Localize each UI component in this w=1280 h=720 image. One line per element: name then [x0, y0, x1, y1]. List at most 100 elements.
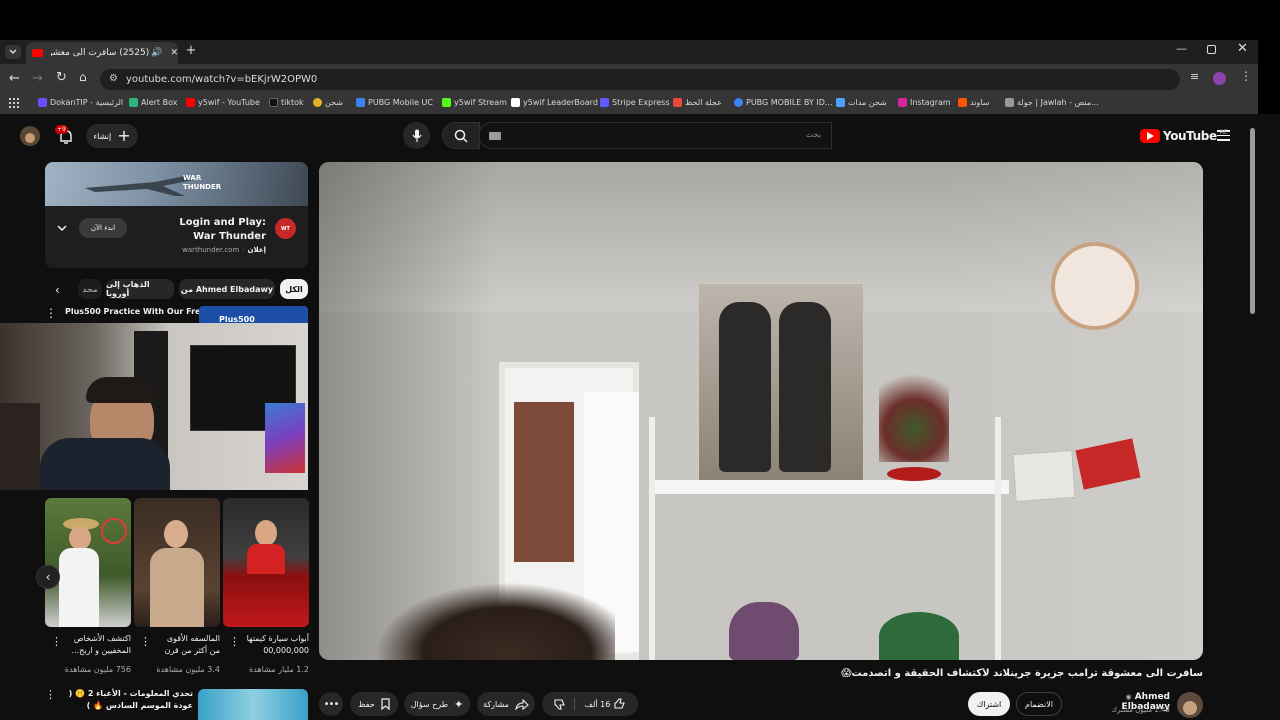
share-button[interactable]: مشاركة: [477, 692, 535, 716]
video-plant: [879, 352, 949, 462]
reload-icon[interactable]: ↻: [56, 70, 67, 85]
more-options-icon[interactable]: ⋮: [45, 688, 56, 701]
new-tab-button[interactable]: +: [184, 43, 198, 59]
ad-title[interactable]: Login and Play: War Thunder: [156, 216, 266, 244]
forward-icon[interactable]: →: [32, 71, 43, 86]
more-options-icon[interactable]: ⋮: [229, 635, 240, 648]
ad-domain: warthunder.com: [182, 246, 240, 254]
video-player[interactable]: [319, 162, 1203, 660]
browser-menu-icon[interactable]: ⋮: [1240, 69, 1252, 83]
channel-avatar[interactable]: [1177, 692, 1203, 718]
chip-all[interactable]: الكل: [280, 279, 308, 299]
bookmark-icon: [673, 98, 682, 107]
save-button[interactable]: حفظ: [350, 692, 398, 716]
promo-thumbnail[interactable]: Plus500: [199, 306, 308, 324]
bookmark-icon: [186, 98, 195, 107]
subscribe-button[interactable]: اشتراك: [968, 692, 1010, 716]
tab-title: (2525) سافرت الى معشوقة ..: [51, 48, 150, 58]
more-actions-button[interactable]: •••: [319, 692, 343, 716]
bookmark-item[interactable]: شحن مدات: [836, 98, 887, 107]
more-options-icon[interactable]: ⋮: [51, 635, 62, 648]
tab-search-button[interactable]: [5, 45, 21, 59]
short-thumbnail[interactable]: [223, 498, 309, 627]
bookmark-icon: [836, 98, 845, 107]
video-wall-plate: [1051, 242, 1139, 330]
bookmark-item[interactable]: شحن: [313, 98, 343, 107]
close-window-button[interactable]: ✕: [1237, 41, 1251, 57]
account-avatar[interactable]: [20, 126, 40, 146]
tab-close-icon[interactable]: ✕: [170, 48, 178, 58]
youtube-logo[interactable]: YouTube AE: [1140, 128, 1228, 144]
short-item[interactable]: ⋮ أبواب سيارة كيمتها 00,000,000 1.2 مليا…: [223, 631, 309, 677]
subscriber-count: 1.43 مليون مشترك: [1111, 706, 1170, 714]
bookmark-item[interactable]: tiktok: [269, 98, 304, 107]
chips-scroll-left-icon[interactable]: ‹: [55, 283, 60, 297]
microphone-icon: [412, 129, 421, 142]
chevron-down-icon[interactable]: [57, 225, 67, 232]
ad-banner-image[interactable]: WAR THUNDER: [45, 162, 308, 206]
profile-avatar-icon[interactable]: [1213, 72, 1226, 85]
bookmark-icon: [442, 98, 451, 107]
chip-from-channel[interactable]: من Ahmed Elbadawy: [179, 279, 275, 299]
short-thumbnail[interactable]: [134, 498, 220, 627]
join-button[interactable]: الانضمام: [1016, 692, 1062, 716]
bookmark-item[interactable]: Stripe Express: [600, 98, 670, 107]
bookmark-item[interactable]: PUBG MOBILE BY ID...: [734, 98, 833, 107]
search-button[interactable]: [442, 122, 480, 149]
media-control-icon[interactable]: ≡: [1190, 70, 1199, 83]
bookmark-icon: [313, 98, 322, 107]
like-button[interactable]: 16 ألف: [581, 698, 627, 710]
next-video-item[interactable]: ⋮ تحدي المعلومات - الأغباء 2 🤫 ( عودة ال…: [45, 688, 308, 720]
apps-grid-icon[interactable]: [9, 98, 19, 108]
dislike-button[interactable]: [554, 698, 575, 710]
bookmark-icon: [1005, 98, 1014, 107]
more-options-icon[interactable]: ⋮: [45, 306, 57, 320]
screen-top-strip: [0, 0, 1280, 40]
site-info-icon[interactable]: ⚙: [109, 73, 118, 84]
short-views: 1.2 مليار مشاهدة: [249, 665, 309, 674]
notifications-button[interactable]: +9: [55, 125, 77, 147]
like-count: 16 ألف: [584, 699, 611, 709]
home-icon[interactable]: ⌂: [79, 70, 87, 84]
ad-card[interactable]: WAR THUNDER WT Login and Play: War Thund…: [45, 162, 308, 268]
promo-row[interactable]: ⋮ Plus500 Practice With Our Free Plus500: [45, 306, 308, 324]
bookmark-item[interactable]: y5wif - YouTube: [186, 98, 260, 107]
bookmark-item[interactable]: Instagram: [898, 98, 951, 107]
next-video-thumbnail[interactable]: [198, 689, 308, 720]
ad-logo: WT: [275, 218, 296, 239]
ask-button[interactable]: طرح سؤال ✦: [404, 692, 470, 716]
keyboard-icon[interactable]: [489, 132, 501, 140]
bookmark-item[interactable]: جولة | Jawlah - منص...: [1005, 98, 1099, 107]
bookmark-item[interactable]: عجلة الحظ: [673, 98, 722, 107]
bookmark-item[interactable]: PUBG Mobile UC: [356, 98, 433, 107]
address-bar[interactable]: ⚙ youtube.com/watch?v=bEKjrW2OPW0: [100, 69, 1180, 90]
bookmark-item[interactable]: y5wif LeaderBoard: [511, 98, 598, 107]
short-views: 756 مليون مشاهدة: [64, 665, 131, 674]
short-thumbnail[interactable]: [45, 498, 131, 627]
shorts-scroll-left-button[interactable]: ‹: [36, 565, 60, 589]
scrollbar-thumb[interactable]: [1250, 128, 1255, 314]
minimize-button[interactable]: —: [1176, 42, 1190, 58]
bookmark-icon: [356, 98, 365, 107]
active-tab[interactable]: (2525) سافرت الى معشوقة .. 🔊 ✕: [26, 42, 178, 64]
verified-icon: ◉: [1125, 693, 1132, 701]
bookmark-item[interactable]: ساوند: [958, 98, 989, 107]
restore-button[interactable]: [1207, 45, 1216, 54]
chip-more[interactable]: محد: [78, 279, 102, 299]
search-box[interactable]: بحث: [478, 122, 832, 149]
bookmark-item[interactable]: Alert Box: [129, 98, 177, 107]
back-icon[interactable]: ←: [9, 71, 20, 86]
short-item[interactable]: ⋮ اكتشف الأشخاص المخفيين و اربح... 756 م…: [45, 631, 131, 677]
more-horizontal-icon: •••: [323, 698, 340, 710]
more-options-icon[interactable]: ⋮: [140, 635, 151, 648]
voice-search-button[interactable]: [403, 122, 430, 149]
short-item[interactable]: ⋮ المالسفه الأقوى من أكثر من قرن 3.4 ملي…: [134, 631, 220, 677]
bookmark-item[interactable]: y5wif Stream: [442, 98, 507, 107]
bookmark-item[interactable]: DokanTIP - الرئيسية: [38, 98, 123, 107]
ad-cta-button[interactable]: ابدء الآن: [79, 218, 127, 238]
create-button[interactable]: إنشاء +: [86, 124, 138, 148]
search-icon: [454, 129, 468, 143]
bookmark-icon: [511, 98, 520, 107]
chip-europe[interactable]: الذهاب إلى أوروبا: [106, 279, 174, 299]
page-scrollbar[interactable]: [1258, 114, 1280, 720]
